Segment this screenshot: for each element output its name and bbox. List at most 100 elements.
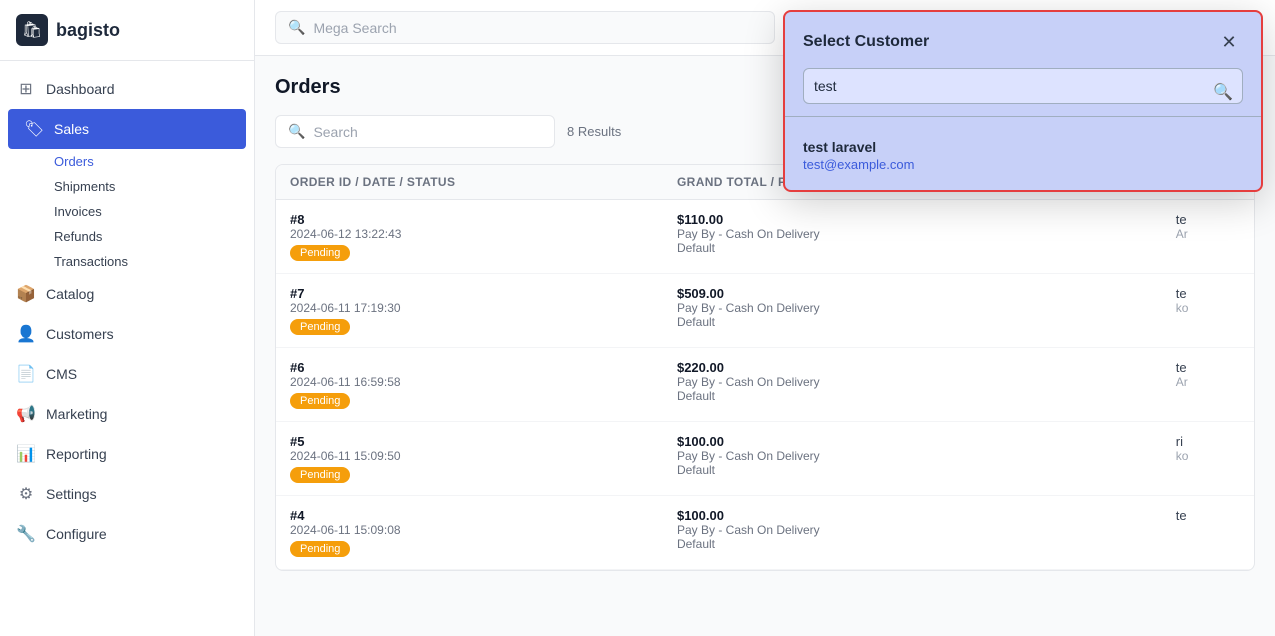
results-count: 8 Results	[567, 124, 621, 139]
status-badge: Pending	[290, 319, 350, 335]
customer-name: test laravel	[803, 139, 1243, 155]
reporting-icon: 📊	[16, 444, 36, 464]
customer-extra: Ar	[1176, 227, 1240, 241]
sidebar-item-label: Dashboard	[46, 81, 115, 97]
logo-icon: 🛍	[16, 14, 48, 46]
sidebar-item-marketing[interactable]: 📢 Marketing	[0, 394, 254, 434]
sidebar-nav: ⊞ Dashboard 🏷 Sales Orders Shipments Inv…	[0, 61, 254, 636]
order-date: 2024-06-11 15:09:08	[290, 523, 649, 537]
search-icon: 🔍	[288, 19, 305, 36]
table-row[interactable]: #5 2024-06-11 15:09:50 Pending $100.00 P…	[276, 422, 1254, 496]
dashboard-icon: ⊞	[16, 79, 36, 99]
modal-header: Select Customer ✕	[785, 12, 1261, 68]
sidebar-item-settings[interactable]: ⚙ Settings	[0, 474, 254, 514]
modal-close-button[interactable]: ✕	[1215, 28, 1243, 56]
col-order-id: Order ID / Date / Status	[276, 165, 663, 200]
orders-table-wrap: Order ID / Date / Status Grand Total / P…	[275, 164, 1255, 571]
sales-icon: 🏷	[24, 119, 44, 139]
customer-name-short: te	[1176, 286, 1240, 301]
sidebar-item-label: Catalog	[46, 286, 94, 302]
pay-method: Pay By - Cash On Delivery	[677, 375, 1148, 389]
sidebar-subitem-invoices[interactable]: Invoices	[46, 199, 254, 224]
customer-email: test@example.com	[803, 157, 1243, 172]
status-badge: Pending	[290, 245, 350, 261]
sidebar-item-label: Reporting	[46, 446, 107, 462]
configure-icon: 🔧	[16, 524, 36, 544]
customers-icon: 👤	[16, 324, 36, 344]
sidebar-item-sales[interactable]: 🏷 Sales	[8, 109, 246, 149]
status-badge: Pending	[290, 467, 350, 483]
orders-table: Order ID / Date / Status Grand Total / P…	[276, 165, 1254, 570]
select-customer-modal: Select Customer ✕ 🔍 test laravel test@ex…	[783, 10, 1263, 192]
order-date: 2024-06-12 13:22:43	[290, 227, 649, 241]
search-placeholder: Search	[313, 124, 357, 140]
sidebar-item-label: Customers	[46, 326, 114, 342]
customer-search-input[interactable]	[803, 68, 1243, 104]
pay-method: Pay By - Cash On Delivery	[677, 449, 1148, 463]
customer-extra: Ar	[1176, 375, 1240, 389]
sidebar-item-label: CMS	[46, 366, 77, 382]
sidebar-logo: 🛍 bagisto	[0, 0, 254, 61]
customer-result-item[interactable]: test laravel test@example.com	[785, 125, 1261, 190]
channel: Default	[677, 463, 1148, 477]
status-badge: Pending	[290, 541, 350, 557]
sidebar-item-label: Configure	[46, 526, 107, 542]
order-id: #7	[290, 286, 649, 301]
sidebar-item-label: Settings	[46, 486, 97, 502]
settings-icon: ⚙	[16, 484, 36, 504]
order-amount: $509.00	[677, 286, 1148, 301]
sidebar-subitem-orders[interactable]: Orders	[46, 149, 254, 174]
modal-search-wrap: 🔍	[785, 68, 1261, 116]
table-row[interactable]: #4 2024-06-11 15:09:08 Pending $100.00 P…	[276, 496, 1254, 570]
status-badge: Pending	[290, 393, 350, 409]
channel: Default	[677, 389, 1148, 403]
pay-method: Pay By - Cash On Delivery	[677, 523, 1148, 537]
customer-extra: ko	[1176, 449, 1240, 463]
modal-title: Select Customer	[803, 33, 929, 51]
customer-name-short: te	[1176, 212, 1240, 227]
cms-icon: 📄	[16, 364, 36, 384]
logo-text: bagisto	[56, 20, 120, 41]
customer-name-short: ri	[1176, 434, 1240, 449]
customer-extra: ko	[1176, 301, 1240, 315]
sidebar-item-reporting[interactable]: 📊 Reporting	[0, 434, 254, 474]
table-row[interactable]: #8 2024-06-12 13:22:43 Pending $110.00 P…	[276, 200, 1254, 274]
order-date: 2024-06-11 17:19:30	[290, 301, 649, 315]
order-id: #8	[290, 212, 649, 227]
channel: Default	[677, 315, 1148, 329]
sidebar-subitem-shipments[interactable]: Shipments	[46, 174, 254, 199]
order-amount: $110.00	[677, 212, 1148, 227]
channel: Default	[677, 537, 1148, 551]
search-icon: 🔍	[288, 123, 305, 140]
sub-nav-sales: Orders Shipments Invoices Refunds Transa…	[0, 149, 254, 274]
order-id: #6	[290, 360, 649, 375]
sidebar-subitem-refunds[interactable]: Refunds	[46, 224, 254, 249]
pay-method: Pay By - Cash On Delivery	[677, 301, 1148, 315]
mega-search-bar[interactable]: 🔍 Mega Search	[275, 11, 775, 44]
order-id: #4	[290, 508, 649, 523]
modal-search-icon: 🔍	[1213, 82, 1233, 102]
sidebar-item-catalog[interactable]: 📦 Catalog	[0, 274, 254, 314]
sidebar-item-label: Marketing	[46, 406, 107, 422]
sidebar-item-cms[interactable]: 📄 CMS	[0, 354, 254, 394]
orders-tbody: #8 2024-06-12 13:22:43 Pending $110.00 P…	[276, 200, 1254, 570]
order-date: 2024-06-11 16:59:58	[290, 375, 649, 389]
sidebar-item-configure[interactable]: 🔧 Configure	[0, 514, 254, 554]
customer-name-short: te	[1176, 508, 1240, 523]
sidebar-item-customers[interactable]: 👤 Customers	[0, 314, 254, 354]
channel: Default	[677, 241, 1148, 255]
table-row[interactable]: #7 2024-06-11 17:19:30 Pending $509.00 P…	[276, 274, 1254, 348]
marketing-icon: 📢	[16, 404, 36, 424]
sidebar-item-dashboard[interactable]: ⊞ Dashboard	[0, 69, 254, 109]
sidebar-subitem-transactions[interactable]: Transactions	[46, 249, 254, 274]
order-date: 2024-06-11 15:09:50	[290, 449, 649, 463]
order-amount: $100.00	[677, 508, 1148, 523]
sidebar-item-label: Sales	[54, 121, 89, 137]
table-row[interactable]: #6 2024-06-11 16:59:58 Pending $220.00 P…	[276, 348, 1254, 422]
orders-search-bar[interactable]: 🔍 Search	[275, 115, 555, 148]
mega-search-placeholder: Mega Search	[313, 20, 396, 36]
catalog-icon: 📦	[16, 284, 36, 304]
order-amount: $220.00	[677, 360, 1148, 375]
customer-name-short: te	[1176, 360, 1240, 375]
modal-divider	[785, 116, 1261, 117]
